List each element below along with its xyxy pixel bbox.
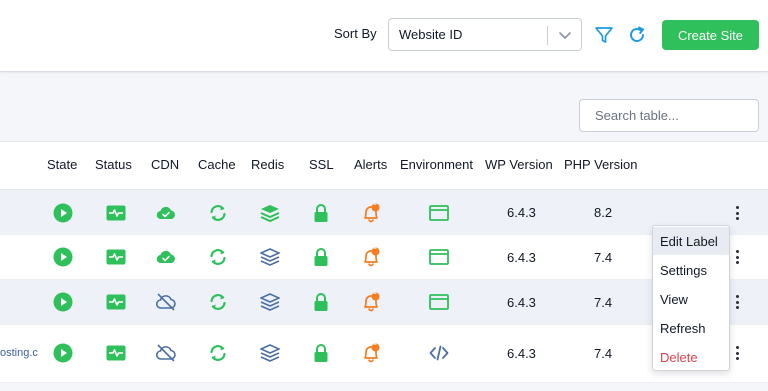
cache-sync-icon[interactable] (208, 343, 228, 363)
col-header-cache[interactable]: Cache (198, 157, 236, 172)
sort-by-label: Sort By (334, 26, 377, 41)
cache-sync-icon[interactable] (208, 247, 228, 267)
col-header-state[interactable]: State (47, 157, 77, 172)
redis-layers-icon[interactable] (260, 203, 280, 223)
browser-window-icon[interactable] (429, 292, 449, 312)
ssl-lock-icon[interactable] (311, 292, 331, 312)
wp-version: 6.4.3 (507, 295, 536, 310)
col-header-cdn[interactable]: CDN (151, 157, 179, 172)
php-version: 7.4 (594, 346, 613, 361)
cache-sync-icon[interactable] (208, 292, 228, 312)
menu-item-edit-label[interactable]: Edit Label (653, 227, 729, 255)
alert-count-badge: 1 (373, 200, 377, 207)
col-header-php-version[interactable]: PHP Version (564, 157, 637, 172)
ssl-lock-icon[interactable] (311, 247, 331, 267)
row-context-menu: Edit Label Settings View Refresh Delete (652, 225, 730, 371)
col-header-ssl[interactable]: SSL (309, 157, 334, 172)
play-icon[interactable] (53, 203, 73, 223)
create-site-button[interactable]: Create Site (662, 20, 759, 50)
redis-layers-icon[interactable] (260, 292, 280, 312)
row-menu-icon[interactable] (734, 206, 740, 220)
filter-icon[interactable] (594, 25, 614, 45)
bell-alert-icon[interactable] (361, 247, 381, 267)
menu-item-refresh[interactable]: Refresh (653, 314, 729, 342)
search-table-input[interactable]: Search table... (579, 99, 759, 132)
alert-count-badge: 1 (373, 244, 377, 251)
table-header: State Status CDN Cache Redis SSL Alerts … (0, 141, 768, 190)
wp-version: 6.4.3 (507, 250, 536, 265)
redis-layers-icon[interactable] (260, 247, 280, 267)
bell-alert-icon[interactable] (361, 292, 381, 312)
col-header-wp-version[interactable]: WP Version (485, 157, 553, 172)
pulse-monitor-icon[interactable] (106, 247, 126, 267)
pulse-monitor-icon[interactable] (106, 292, 126, 312)
sort-by-value: Website ID (399, 27, 463, 42)
pulse-monitor-icon[interactable] (106, 343, 126, 363)
cache-sync-icon[interactable] (208, 203, 228, 223)
cloud-check-icon[interactable] (156, 203, 176, 223)
play-icon[interactable] (53, 343, 73, 363)
site-domain-link[interactable]: osting.c (0, 347, 38, 359)
bell-alert-icon[interactable] (361, 343, 381, 363)
refresh-icon[interactable] (627, 25, 647, 45)
alert-count-badge: 1 (373, 340, 377, 347)
alert-count-badge: 1 (373, 289, 377, 296)
cloud-off-icon[interactable] (156, 292, 176, 312)
php-version: 7.4 (594, 295, 613, 310)
col-header-status[interactable]: Status (95, 157, 132, 172)
sort-by-select[interactable]: Website ID (388, 18, 582, 51)
col-header-redis[interactable]: Redis (251, 157, 284, 172)
row-menu-icon[interactable] (734, 295, 740, 309)
browser-window-icon[interactable] (429, 247, 449, 267)
top-toolbar: Sort By Website ID Create Site (0, 0, 768, 72)
ssl-lock-icon[interactable] (311, 203, 331, 223)
php-version: 7.4 (594, 250, 613, 265)
code-icon[interactable] (429, 343, 449, 363)
row-menu-icon[interactable] (734, 250, 740, 264)
menu-item-settings[interactable]: Settings (653, 256, 729, 284)
wp-version: 6.4.3 (507, 346, 536, 361)
browser-window-icon[interactable] (429, 203, 449, 223)
col-header-alerts[interactable]: Alerts (354, 157, 387, 172)
cloud-check-icon[interactable] (156, 247, 176, 267)
pulse-monitor-icon[interactable] (106, 203, 126, 223)
menu-item-delete[interactable]: Delete (653, 343, 729, 371)
bell-alert-icon[interactable] (361, 203, 381, 223)
menu-item-view[interactable]: View (653, 285, 729, 313)
ssl-lock-icon[interactable] (311, 343, 331, 363)
chevron-down-icon[interactable] (557, 27, 573, 43)
select-divider (547, 26, 548, 45)
play-icon[interactable] (53, 292, 73, 312)
play-icon[interactable] (53, 247, 73, 267)
php-version: 8.2 (594, 205, 613, 220)
row-menu-icon[interactable] (734, 346, 740, 360)
wp-version: 6.4.3 (507, 205, 536, 220)
cloud-off-icon[interactable] (156, 343, 176, 363)
col-header-environment[interactable]: Environment (400, 157, 473, 172)
redis-layers-icon[interactable] (260, 343, 280, 363)
